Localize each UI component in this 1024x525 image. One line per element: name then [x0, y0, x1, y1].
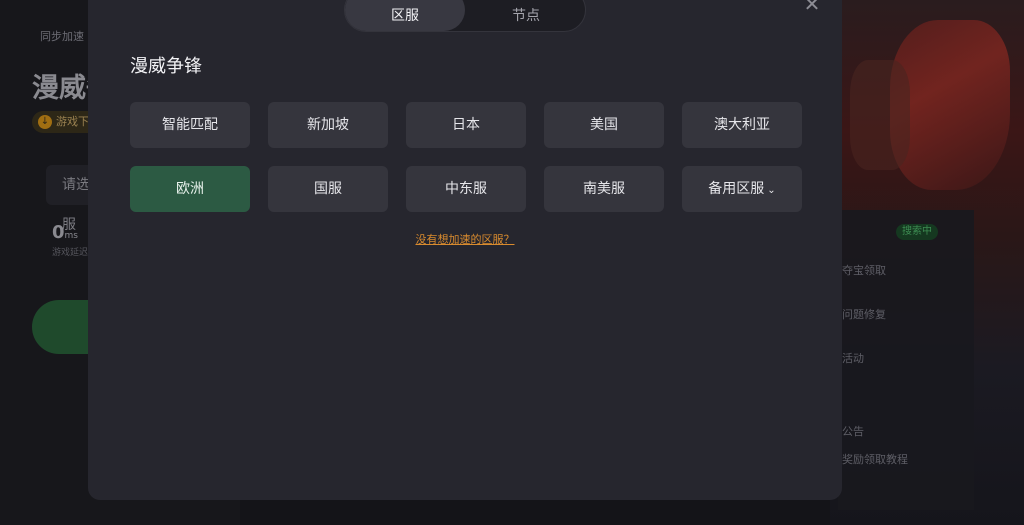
- region-button-south-america[interactable]: 南美服: [544, 166, 664, 212]
- modal-game-title: 漫威争锋: [130, 56, 202, 77]
- info-line: 问题修复: [842, 308, 886, 321]
- region-button-backup-label: 备用区服: [708, 181, 765, 197]
- region-button-australia[interactable]: 澳大利亚: [682, 102, 802, 148]
- ping-unit: ms: [64, 231, 78, 241]
- ping-label: 游戏延迟: [52, 248, 89, 258]
- search-tag: 搜索中: [896, 224, 938, 240]
- region-button-china[interactable]: 国服: [268, 166, 388, 212]
- download-icon: ↓: [38, 115, 52, 129]
- close-icon[interactable]: ✕: [800, 0, 824, 16]
- region-button-usa[interactable]: 美国: [544, 102, 664, 148]
- chevron-down-icon: ⌄: [767, 185, 776, 196]
- game-art-figure-secondary: [850, 60, 910, 170]
- missing-region-link[interactable]: 没有想加速的区服？: [88, 231, 842, 247]
- region-button-singapore[interactable]: 新加坡: [268, 102, 388, 148]
- info-line: 活动: [842, 352, 864, 365]
- info-line: 奖励领取教程: [842, 453, 908, 466]
- tab-switcher: 区服 节点: [344, 0, 586, 32]
- ping-readout: 0ms 游戏延迟: [52, 222, 88, 258]
- region-button-backup[interactable]: 备用区服 ⌄: [682, 166, 802, 212]
- info-line: 公告: [842, 425, 864, 438]
- ping-value: 0: [52, 222, 65, 243]
- region-button-middle-east[interactable]: 中东服: [406, 166, 526, 212]
- region-button-japan[interactable]: 日本: [406, 102, 526, 148]
- region-button-europe[interactable]: 欧洲: [130, 166, 250, 212]
- tab-region[interactable]: 区服: [345, 0, 465, 31]
- breadcrumb: 同步加速: [40, 30, 84, 43]
- info-line: 夺宝领取: [842, 264, 886, 277]
- tab-node[interactable]: 节点: [466, 0, 586, 31]
- region-select-modal: 区服 节点 ✕ 漫威争锋 智能匹配 新加坡 日本 美国 澳大利亚 欧洲 国服 中…: [88, 0, 842, 500]
- region-button-smart-match[interactable]: 智能匹配: [130, 102, 250, 148]
